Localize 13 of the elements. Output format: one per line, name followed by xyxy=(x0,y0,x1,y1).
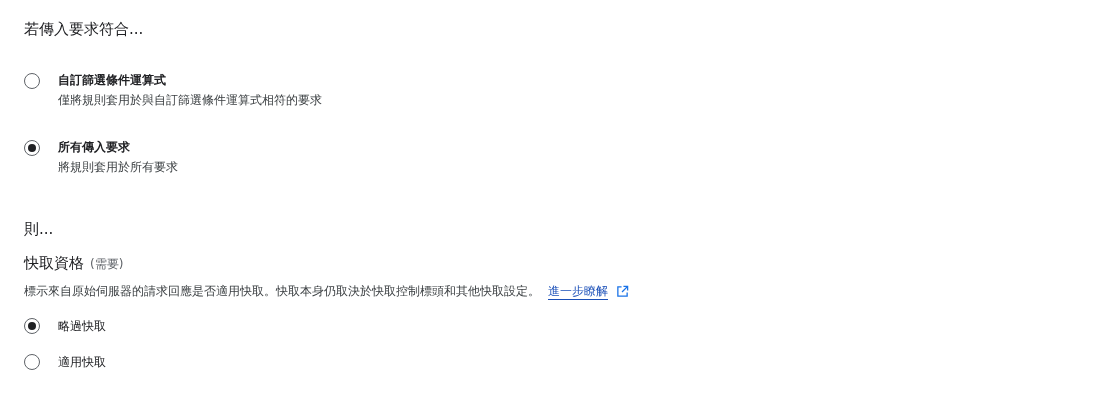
required-note: (需要) xyxy=(90,256,124,273)
field-title: 快取資格 xyxy=(24,254,84,273)
section-heading: 則... xyxy=(24,219,55,240)
option-label[interactable]: 適用快取 xyxy=(58,353,106,371)
section-heading: 若傳入要求符合... xyxy=(24,19,145,40)
option-description: 將規則套用於所有要求 xyxy=(58,159,178,176)
option-description: 僅將規則套用於與自訂篩選條件運算式相符的要求 xyxy=(58,92,322,109)
field-description: 標示來自原始伺服器的請求回應是否適用快取。快取本身仍取決於快取控制標頭和其他快取設定。 xyxy=(24,283,540,300)
option-label[interactable]: 自訂篩選條件運算式 xyxy=(58,71,322,89)
option-label[interactable]: 略過快取 xyxy=(58,317,106,335)
option-label[interactable]: 所有傳入要求 xyxy=(58,138,178,156)
learn-more-link[interactable]: 進一步瞭解 xyxy=(548,282,608,300)
external-link-icon[interactable] xyxy=(616,284,629,298)
